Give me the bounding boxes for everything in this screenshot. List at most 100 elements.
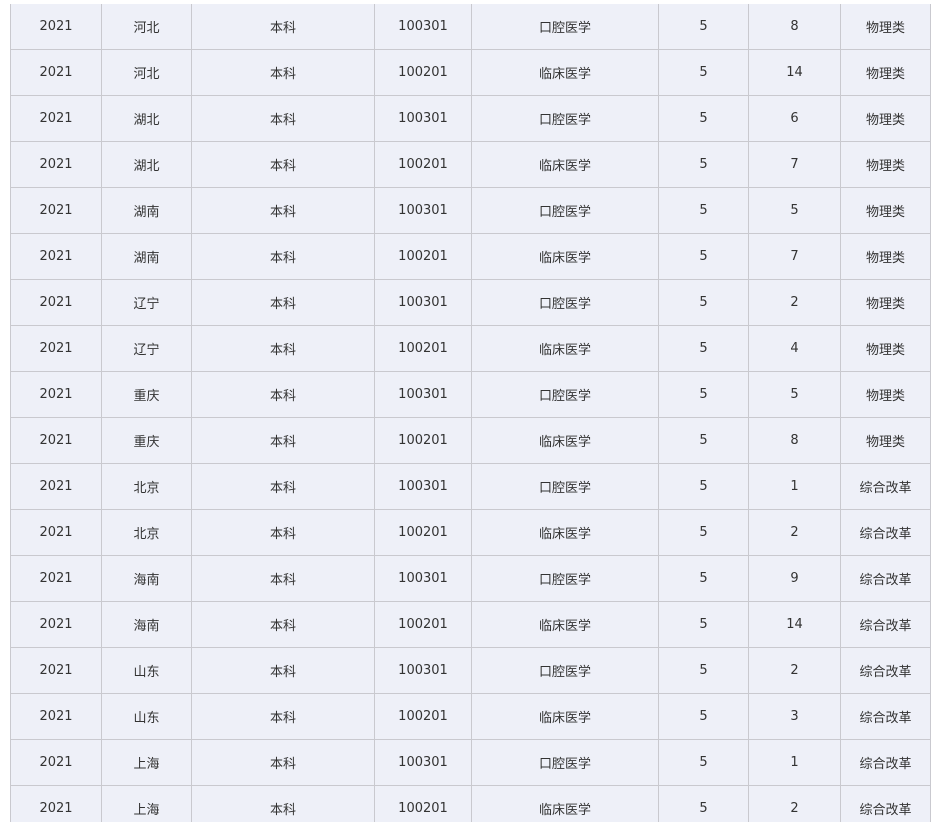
major-code-cell: 100201 xyxy=(374,141,472,188)
province-cell: 湖北 xyxy=(101,95,192,142)
province-cell: 重庆 xyxy=(101,417,192,464)
quota-cell: 4 xyxy=(748,325,841,372)
major-name-cell: 口腔医学 xyxy=(471,4,659,50)
category-cell: 物理类 xyxy=(840,233,931,280)
major-code-cell: 100301 xyxy=(374,739,472,786)
quota-cell: 5 xyxy=(748,187,841,234)
category-cell: 综合改革 xyxy=(840,463,931,510)
major-code-cell: 100201 xyxy=(374,325,472,372)
major-code-cell: 100301 xyxy=(374,95,472,142)
level-cell: 本科 xyxy=(191,279,375,326)
duration-cell: 5 xyxy=(658,739,749,786)
province-cell: 海南 xyxy=(101,601,192,648)
category-cell: 物理类 xyxy=(840,141,931,188)
table-row: 2021 北京 本科 100301 口腔医学 5 1 综合改革 xyxy=(10,463,931,510)
major-code-cell: 100201 xyxy=(374,233,472,280)
major-code-cell: 100301 xyxy=(374,555,472,602)
quota-cell: 2 xyxy=(748,509,841,556)
table-body: 2021 河北 本科 100301 口腔医学 5 8 物理类 2021 河北 本科 100201 临床医… xyxy=(10,4,931,822)
quota-cell: 3 xyxy=(748,693,841,740)
table-row: 2021 湖北 本科 100201 临床医学 5 7 物理类 xyxy=(10,141,931,188)
category-cell: 物理类 xyxy=(840,325,931,372)
quota-cell: 2 xyxy=(748,647,841,694)
table-row: 2021 海南 本科 100301 口腔医学 5 9 综合改革 xyxy=(10,555,931,602)
level-cell: 本科 xyxy=(191,141,375,188)
duration-cell: 5 xyxy=(658,371,749,418)
year-cell: 2021 xyxy=(10,693,102,740)
duration-cell: 5 xyxy=(658,233,749,280)
province-cell: 山东 xyxy=(101,693,192,740)
table-row: 2021 重庆 本科 100201 临床医学 5 8 物理类 xyxy=(10,417,931,464)
major-name-cell: 口腔医学 xyxy=(471,555,659,602)
major-name-cell: 口腔医学 xyxy=(471,647,659,694)
table-row: 2021 山东 本科 100201 临床医学 5 3 综合改革 xyxy=(10,693,931,740)
major-code-cell: 100201 xyxy=(374,601,472,648)
duration-cell: 5 xyxy=(658,601,749,648)
year-cell: 2021 xyxy=(10,601,102,648)
major-code-cell: 100301 xyxy=(374,4,472,50)
major-name-cell: 口腔医学 xyxy=(471,95,659,142)
table-row: 2021 山东 本科 100301 口腔医学 5 2 综合改革 xyxy=(10,647,931,694)
year-cell: 2021 xyxy=(10,555,102,602)
category-cell: 综合改革 xyxy=(840,555,931,602)
duration-cell: 5 xyxy=(658,693,749,740)
major-code-cell: 100201 xyxy=(374,417,472,464)
quota-cell: 14 xyxy=(748,49,841,96)
level-cell: 本科 xyxy=(191,463,375,510)
quota-cell: 1 xyxy=(748,739,841,786)
table-row: 2021 上海 本科 100201 临床医学 5 2 综合改革 xyxy=(10,785,931,822)
year-cell: 2021 xyxy=(10,233,102,280)
province-cell: 湖南 xyxy=(101,233,192,280)
duration-cell: 5 xyxy=(658,325,749,372)
year-cell: 2021 xyxy=(10,325,102,372)
quota-cell: 9 xyxy=(748,555,841,602)
duration-cell: 5 xyxy=(658,417,749,464)
duration-cell: 5 xyxy=(658,463,749,510)
year-cell: 2021 xyxy=(10,509,102,556)
table-row: 2021 辽宁 本科 100301 口腔医学 5 2 物理类 xyxy=(10,279,931,326)
level-cell: 本科 xyxy=(191,49,375,96)
duration-cell: 5 xyxy=(658,4,749,50)
level-cell: 本科 xyxy=(191,4,375,50)
level-cell: 本科 xyxy=(191,785,375,822)
level-cell: 本科 xyxy=(191,739,375,786)
province-cell: 河北 xyxy=(101,49,192,96)
category-cell: 综合改革 xyxy=(840,601,931,648)
category-cell: 综合改革 xyxy=(840,739,931,786)
level-cell: 本科 xyxy=(191,371,375,418)
province-cell: 湖北 xyxy=(101,141,192,188)
major-code-cell: 100301 xyxy=(374,371,472,418)
major-name-cell: 口腔医学 xyxy=(471,279,659,326)
quota-cell: 6 xyxy=(748,95,841,142)
major-name-cell: 临床医学 xyxy=(471,325,659,372)
level-cell: 本科 xyxy=(191,95,375,142)
major-name-cell: 临床医学 xyxy=(471,141,659,188)
level-cell: 本科 xyxy=(191,187,375,234)
level-cell: 本科 xyxy=(191,555,375,602)
table-row: 2021 湖南 本科 100201 临床医学 5 7 物理类 xyxy=(10,233,931,280)
category-cell: 物理类 xyxy=(840,279,931,326)
province-cell: 重庆 xyxy=(101,371,192,418)
quota-cell: 7 xyxy=(748,233,841,280)
major-name-cell: 口腔医学 xyxy=(471,187,659,234)
category-cell: 物理类 xyxy=(840,49,931,96)
table-row: 2021 辽宁 本科 100201 临床医学 5 4 物理类 xyxy=(10,325,931,372)
quota-cell: 2 xyxy=(748,279,841,326)
quota-cell: 8 xyxy=(748,4,841,50)
major-code-cell: 100201 xyxy=(374,509,472,556)
category-cell: 综合改革 xyxy=(840,785,931,822)
province-cell: 山东 xyxy=(101,647,192,694)
major-code-cell: 100301 xyxy=(374,187,472,234)
major-code-cell: 100301 xyxy=(374,279,472,326)
major-name-cell: 临床医学 xyxy=(471,233,659,280)
duration-cell: 5 xyxy=(658,187,749,234)
year-cell: 2021 xyxy=(10,371,102,418)
admission-plan-table: 2021 河北 本科 100301 口腔医学 5 8 物理类 2021 河北 本科 100201 临床医… xyxy=(10,4,931,822)
table-row: 2021 北京 本科 100201 临床医学 5 2 综合改革 xyxy=(10,509,931,556)
major-code-cell: 100201 xyxy=(374,49,472,96)
major-name-cell: 临床医学 xyxy=(471,509,659,556)
quota-cell: 8 xyxy=(748,417,841,464)
major-name-cell: 口腔医学 xyxy=(471,371,659,418)
duration-cell: 5 xyxy=(658,95,749,142)
level-cell: 本科 xyxy=(191,693,375,740)
